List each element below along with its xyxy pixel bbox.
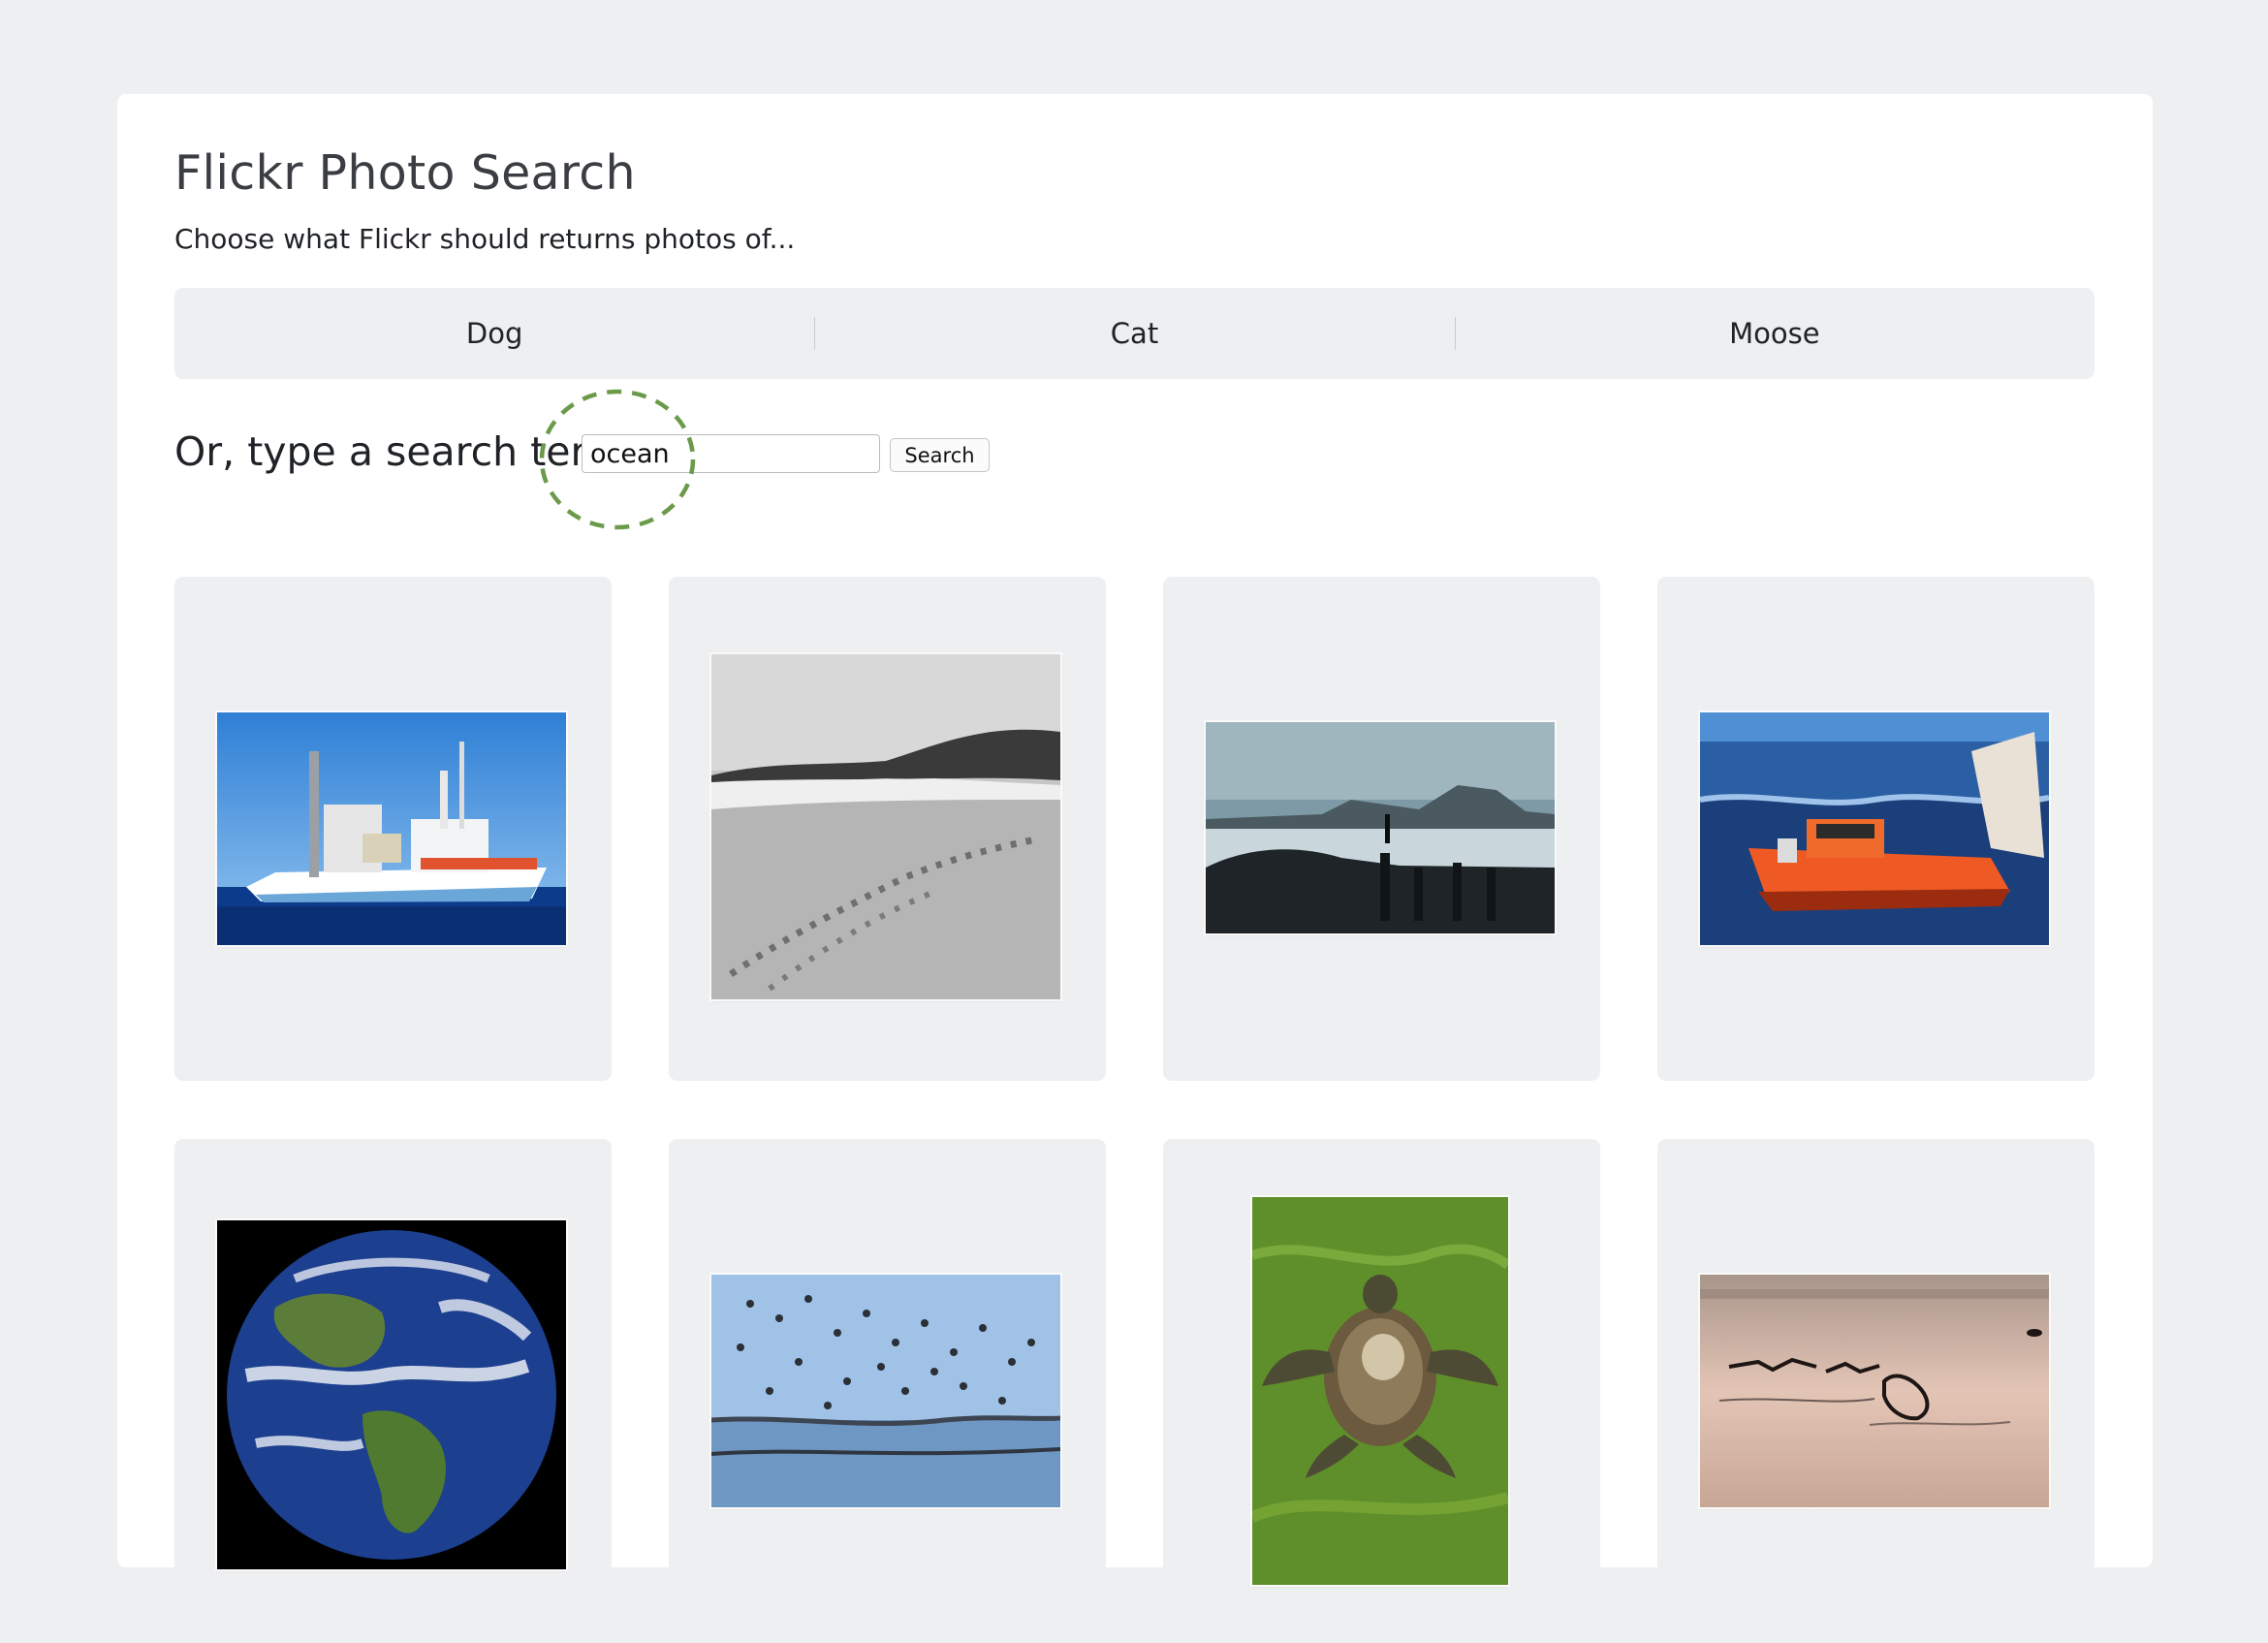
tab-cat[interactable]: Cat (814, 288, 1454, 379)
result-photo[interactable] (711, 654, 1060, 999)
result-photo[interactable] (217, 712, 566, 945)
result-tile (174, 1139, 612, 1643)
result-photo[interactable] (1206, 722, 1555, 933)
result-photo[interactable] (1700, 712, 2049, 945)
result-tile (1163, 577, 1600, 1081)
result-photo[interactable] (217, 1220, 566, 1569)
category-tabs: Dog Cat Moose (174, 288, 2095, 379)
result-tile (669, 577, 1106, 1081)
result-photo[interactable] (711, 1275, 1060, 1507)
result-tile (1657, 577, 2095, 1081)
result-tile (1657, 1139, 2095, 1643)
result-photo[interactable] (1252, 1197, 1508, 1585)
result-tile (669, 1139, 1106, 1643)
search-input[interactable] (582, 434, 880, 473)
tab-moose[interactable]: Moose (1454, 288, 2095, 379)
result-tile (174, 577, 612, 1081)
search-button[interactable]: Search (890, 438, 990, 472)
tab-dog[interactable]: Dog (174, 288, 814, 379)
search-label: Or, type a search term (174, 428, 625, 475)
result-photo[interactable] (1700, 1275, 2049, 1507)
page-title: Flickr Photo Search (174, 145, 636, 201)
result-tile (1163, 1139, 1600, 1643)
page-subtitle: Choose what Flickr should returns photos… (174, 223, 796, 255)
